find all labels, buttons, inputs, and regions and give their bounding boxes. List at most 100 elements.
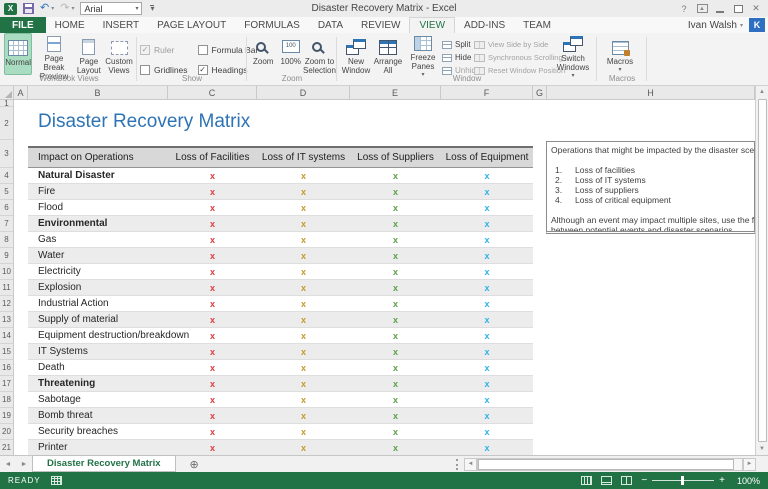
switch-windows-button[interactable]: Switch Windows ▾: [552, 33, 594, 79]
hscroll-left-icon[interactable]: ◄: [464, 457, 477, 471]
table-row[interactable]: IT Systems x x x x: [28, 344, 533, 360]
table-row[interactable]: Security breaches x x x x: [28, 424, 533, 440]
row-header-19[interactable]: 19: [0, 408, 13, 424]
ribbon-tab-team[interactable]: TEAM: [514, 17, 560, 33]
ribbon-tab-view[interactable]: VIEW: [409, 17, 456, 33]
table-row[interactable]: Bomb threat x x x x: [28, 408, 533, 424]
table-row[interactable]: Fire x x x x: [28, 184, 533, 200]
close-button[interactable]: ✕: [748, 2, 764, 15]
table-row[interactable]: Sabotage x x x x: [28, 392, 533, 408]
ribbon-tab-home[interactable]: HOME: [46, 17, 94, 33]
scroll-down-icon[interactable]: ▼: [759, 443, 765, 455]
table-header-row[interactable]: Impact on Operations Loss of Facilities Lo…: [28, 146, 533, 168]
row-header-8[interactable]: 8: [0, 232, 13, 248]
select-all-corner[interactable]: [0, 86, 14, 99]
ribbon-display-options-icon[interactable]: ▲: [694, 2, 710, 15]
row-header-4[interactable]: 4: [0, 168, 13, 184]
font-name-combobox[interactable]: Arial ▾: [80, 2, 143, 15]
table-row[interactable]: Gas x x x x: [28, 232, 533, 248]
restore-button[interactable]: [730, 2, 746, 15]
ribbon-tab-file[interactable]: FILE: [0, 17, 46, 33]
add-sheet-icon[interactable]: ⊕: [190, 458, 199, 471]
help-icon[interactable]: ?: [676, 2, 692, 15]
sheet-grid[interactable]: 1 2 3 4 5 6 7 8 9 10 11 12 13 14 15 16 17 18 19 20 21 Disast…: [0, 100, 755, 455]
row-header-6[interactable]: 6: [0, 200, 13, 216]
column-header-h[interactable]: H: [547, 86, 755, 99]
ribbon-tab-review[interactable]: REVIEW: [352, 17, 409, 33]
table-row[interactable]: Natural Disaster x x x x: [28, 168, 533, 184]
macros-button[interactable]: Macros ▾: [600, 33, 640, 75]
signed-in-user[interactable]: Ivan Walsh ▾: [688, 17, 749, 33]
page-layout-button[interactable]: Page Layout: [76, 33, 102, 75]
macro-record-icon[interactable]: [50, 476, 62, 485]
column-header-g[interactable]: G: [533, 86, 547, 99]
zoom-slider[interactable]: [652, 476, 715, 485]
sheet-tab[interactable]: Disaster Recovery Matrix: [32, 455, 176, 472]
zoom-level[interactable]: 100%: [734, 476, 760, 486]
ribbon-tab-data[interactable]: DATA: [309, 17, 352, 33]
table-row[interactable]: Environmental x x x x: [28, 216, 533, 232]
hscroll-right-icon[interactable]: ►: [743, 457, 756, 471]
zoom-in-icon[interactable]: +: [719, 475, 725, 486]
column-header-d[interactable]: D: [257, 86, 350, 99]
ribbon-tab-formulas[interactable]: FORMULAS: [235, 17, 309, 33]
horizontal-scrollbar-thumb[interactable]: [478, 458, 735, 470]
row-header-18[interactable]: 18: [0, 392, 13, 408]
row-header-20[interactable]: 20: [0, 424, 13, 440]
freeze-panes-button[interactable]: Freeze Panes ▾: [404, 33, 442, 78]
table-row[interactable]: Supply of material x x x x: [28, 312, 533, 328]
customize-qat-icon[interactable]: ▾: [150, 4, 155, 13]
column-header-b[interactable]: B: [28, 86, 168, 99]
table-row[interactable]: Death x x x x: [28, 360, 533, 376]
undo-icon[interactable]: ↶: [40, 3, 49, 14]
row-header-2[interactable]: 2: [0, 107, 13, 140]
scroll-up-icon[interactable]: ▲: [759, 86, 765, 98]
checkbox-ruler[interactable]: ✓ Ruler: [140, 41, 188, 59]
view-page-layout-icon[interactable]: [601, 476, 613, 485]
ribbon-tab-add-ins[interactable]: ADD-INS: [455, 17, 514, 33]
vertical-scrollbar-thumb[interactable]: [757, 99, 767, 442]
arrange-all-button[interactable]: Arrange All: [372, 33, 404, 75]
row-header-15[interactable]: 15: [0, 344, 13, 360]
row-header-11[interactable]: 11: [0, 280, 13, 296]
zoom-slider-thumb[interactable]: [681, 476, 685, 485]
row-header-12[interactable]: 12: [0, 296, 13, 312]
sheet-nav-right-icon[interactable]: ►: [16, 461, 32, 468]
table-row[interactable]: Threatening x x x x: [28, 376, 533, 392]
ribbon-tab-page-layout[interactable]: PAGE LAYOUT: [148, 17, 235, 33]
zoom-100-button[interactable]: 100 100%: [278, 33, 305, 75]
row-header-3[interactable]: 3: [0, 140, 13, 168]
row-header-10[interactable]: 10: [0, 264, 13, 280]
row-header-1[interactable]: 1: [0, 100, 13, 107]
ribbon-tab-insert[interactable]: INSERT: [94, 17, 149, 33]
avatar[interactable]: K: [749, 18, 765, 32]
row-header-14[interactable]: 14: [0, 328, 13, 344]
row-header-5[interactable]: 5: [0, 184, 13, 200]
zoom-out-icon[interactable]: −: [641, 475, 647, 486]
view-normal-icon[interactable]: [581, 476, 593, 485]
table-row[interactable]: Flood x x x x: [28, 200, 533, 216]
vertical-scrollbar[interactable]: ▲ ▼: [755, 86, 768, 455]
horizontal-scrollbar[interactable]: [477, 457, 743, 471]
table-row[interactable]: Equipment destruction/breakdown x x x x: [28, 328, 533, 344]
row-header-13[interactable]: 13: [0, 312, 13, 328]
minimize-button[interactable]: [712, 2, 728, 15]
view-page-break-icon[interactable]: [621, 476, 633, 485]
new-window-button[interactable]: New Window: [340, 33, 372, 75]
row-header-16[interactable]: 16: [0, 360, 13, 376]
page-break-preview-button[interactable]: Page Break Preview: [34, 33, 73, 81]
table-row[interactable]: Electricity x x x x: [28, 264, 533, 280]
column-header-e[interactable]: E: [350, 86, 441, 99]
table-row[interactable]: Printer x x x x: [28, 440, 533, 455]
zoom-to-selection-button[interactable]: Zoom to Selection: [303, 33, 336, 75]
undo-caret-icon[interactable]: ▾: [51, 5, 54, 12]
hide-button[interactable]: Hide: [442, 51, 474, 64]
table-row[interactable]: Industrial Action x x x x: [28, 296, 533, 312]
column-header-f[interactable]: F: [441, 86, 533, 99]
sheet-nav-left-icon[interactable]: ◄: [0, 461, 16, 468]
column-header-c[interactable]: C: [168, 86, 257, 99]
table-row[interactable]: Explosion x x x x: [28, 280, 533, 296]
table-row[interactable]: Water x x x x: [28, 248, 533, 264]
row-header-17[interactable]: 17: [0, 376, 13, 392]
normal-view-button[interactable]: Normal: [4, 33, 33, 75]
